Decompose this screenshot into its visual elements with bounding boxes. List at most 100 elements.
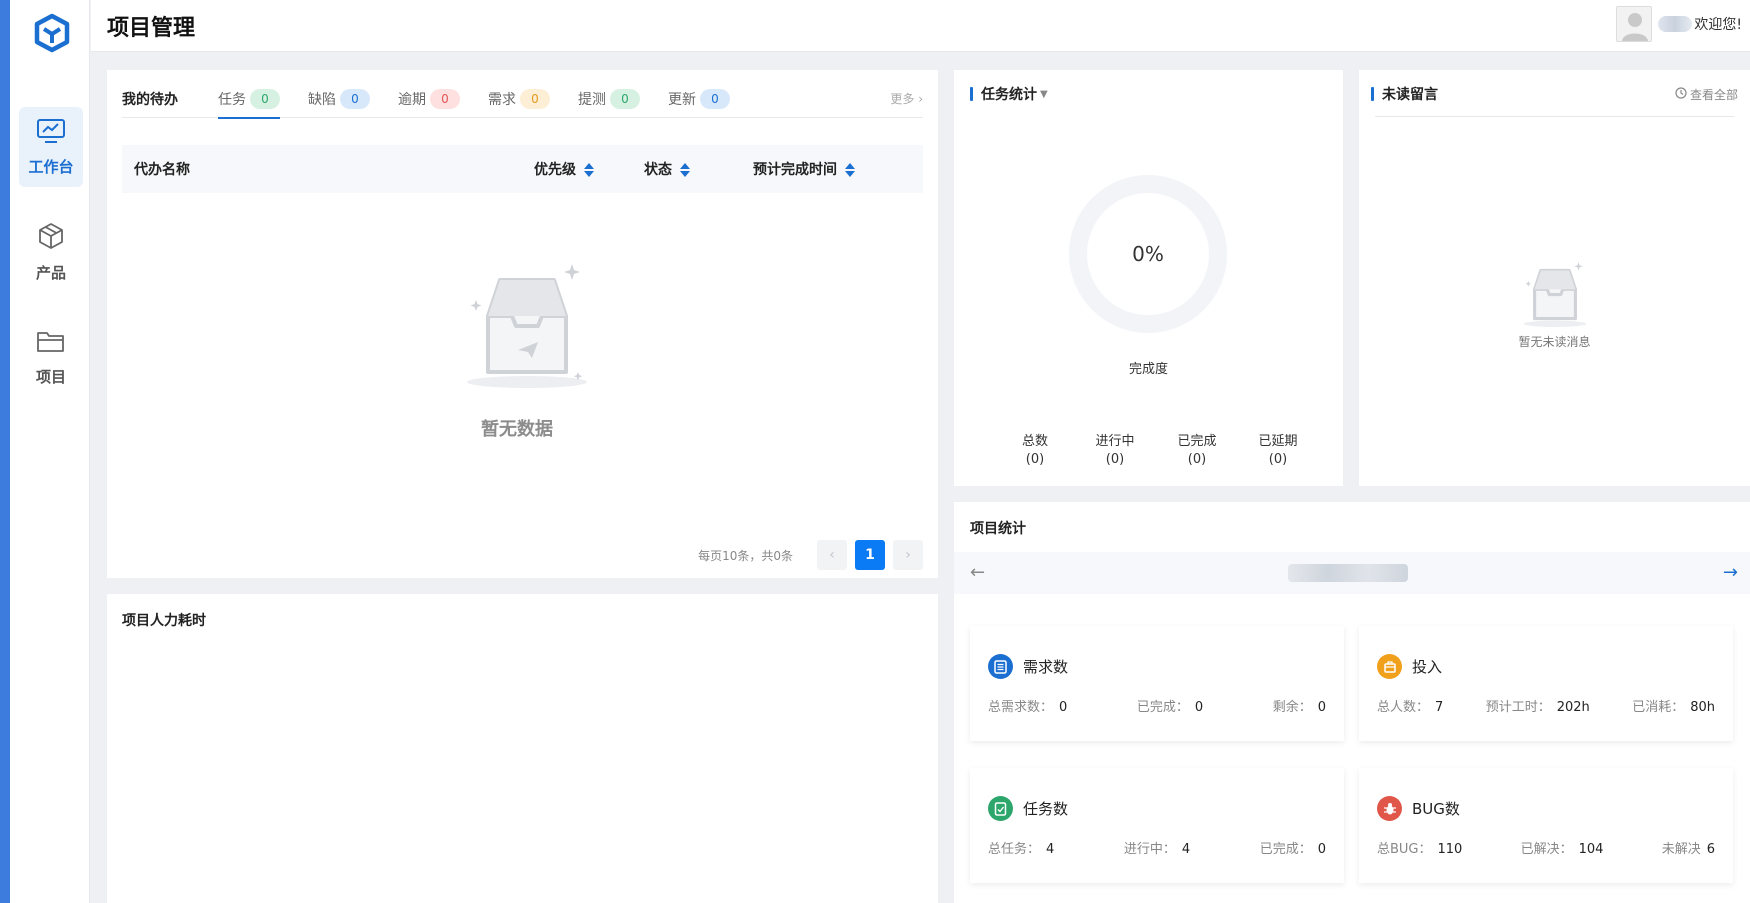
empty-inbox-icon — [462, 260, 592, 394]
project-name-blurred — [1288, 564, 1408, 582]
project-switcher: ← → — [954, 552, 1750, 594]
tab-update[interactable]: 更新 0 — [668, 80, 730, 118]
project-stats-title: 项目统计 — [970, 521, 1026, 537]
page-number-button[interactable]: 1 — [855, 540, 885, 570]
metric-value: 80h — [1690, 700, 1715, 715]
user-name-blurred — [1658, 16, 1693, 32]
sidebar-item-project[interactable]: 项目 — [19, 317, 83, 397]
tab-defect[interactable]: 缺陷 0 — [308, 80, 370, 118]
completion-label: 完成度 — [1128, 362, 1168, 377]
view-all-label: 查看全部 — [1689, 88, 1738, 102]
stat-value: (0) — [1187, 452, 1207, 467]
monitor-chart-icon — [36, 118, 66, 148]
metric-value: 4 — [1046, 842, 1055, 857]
metric-card-requirements: 需求数 总需求数： 0 已完成： 0 剩余： 0 — [970, 626, 1344, 741]
page-title: 项目管理 — [107, 16, 196, 41]
tab-label: 提测 — [578, 91, 606, 108]
count-badge: 0 — [250, 88, 280, 109]
app-logo-icon[interactable] — [32, 12, 72, 56]
completion-percent: 0% — [1132, 242, 1164, 266]
tab-label: 任务 — [218, 91, 246, 108]
empty-state-text: 暂无数据 — [481, 419, 553, 440]
stat-completed: 已完成 (0) — [1167, 433, 1227, 469]
stat-value: (0) — [1105, 452, 1125, 467]
more-link[interactable]: 更多 › — [890, 90, 923, 107]
metric-value: 0 — [1194, 700, 1204, 715]
sidebar-item-product[interactable]: 产品 — [19, 212, 83, 292]
metric-label: 已消耗： — [1632, 700, 1685, 715]
metric-card-bugs: BUG数 总BUG： 110 已解决： 104 未解决 6 — [1359, 768, 1733, 883]
next-page-button[interactable]: › — [893, 540, 923, 570]
count-badge: 0 — [340, 88, 370, 109]
metric-header: 任务数 — [988, 796, 1068, 821]
stat-label: 已完成 — [1177, 434, 1217, 449]
view-all-link[interactable]: 查看全部 — [1675, 86, 1738, 103]
metric-card-investment: 投入 总人数： 7 预计工时： 202h 已消耗： 80h — [1359, 626, 1733, 741]
column-header-due-date[interactable]: 预计完成时间 — [753, 159, 855, 179]
metric-values: 总任务： 4 进行中： 4 已完成： 0 — [988, 838, 1326, 857]
left-accent-strip — [0, 0, 10, 903]
empty-inbox-icon — [1521, 260, 1589, 332]
sort-icon[interactable] — [680, 163, 690, 177]
prev-page-button[interactable]: ‹ — [817, 540, 847, 570]
metric-label: 预计工时： — [1485, 700, 1551, 715]
column-header-priority[interactable]: 优先级 — [534, 159, 594, 179]
metric-label: 总人数： — [1377, 700, 1430, 715]
user-menu[interactable]: 欢迎您! — [1616, 6, 1742, 42]
metric-value: 7 — [1435, 700, 1444, 715]
tab-label: 需求 — [488, 91, 516, 108]
folder-icon — [36, 328, 66, 358]
metric-value: 0 — [1317, 842, 1326, 857]
avatar[interactable] — [1616, 6, 1653, 42]
task-check-icon — [988, 796, 1013, 821]
count-badge: 0 — [430, 88, 460, 109]
stat-value: (0) — [1025, 452, 1045, 467]
arrow-left-icon[interactable]: ← — [970, 562, 985, 583]
column-header-status[interactable]: 状态 — [644, 159, 690, 179]
metric-label: 已完成： — [1259, 842, 1312, 857]
tab-label: 逾期 — [398, 91, 426, 108]
metric-label: 已解决： — [1520, 842, 1573, 857]
unread-messages-card: 未读留言 查看全部 暂无未读消息 — [1359, 70, 1750, 486]
metric-title: 任务数 — [1023, 800, 1069, 818]
tab-label: 更新 — [668, 91, 696, 108]
metric-value: 6 — [1706, 842, 1715, 857]
tab-task[interactable]: 任务 0 — [218, 80, 280, 119]
sidebar-item-workbench[interactable]: 工作台 — [19, 107, 83, 187]
metric-title: 需求数 — [1023, 658, 1069, 676]
column-label: 优先级 — [534, 162, 576, 178]
metric-header: BUG数 — [1377, 796, 1460, 821]
clock-icon — [1675, 87, 1687, 102]
document-list-icon — [988, 654, 1013, 679]
table-header: 代办名称 优先级 状态 预计完成时间 — [122, 145, 923, 193]
empty-messages-text: 暂无未读消息 — [1518, 335, 1591, 349]
manpower-title: 项目人力耗时 — [122, 613, 206, 629]
tab-test-submission[interactable]: 提测 0 — [578, 80, 640, 118]
metric-label: 已完成： — [1136, 700, 1189, 715]
metric-label: 总BUG： — [1377, 842, 1432, 857]
top-bar: 项目管理 欢迎您! — [91, 0, 1750, 52]
sort-icon[interactable] — [584, 163, 594, 177]
page-info: 每页10条，共0条 — [698, 548, 793, 563]
stat-label: 总数 — [1021, 434, 1048, 449]
bug-icon — [1377, 796, 1402, 821]
tab-overdue[interactable]: 逾期 0 — [398, 80, 460, 118]
tab-requirement[interactable]: 需求 0 — [488, 80, 550, 118]
count-badge: 0 — [520, 88, 550, 109]
stat-delayed: 已延期 (0) — [1248, 433, 1308, 469]
arrow-right-icon[interactable]: → — [1723, 562, 1738, 583]
column-header-name: 代办名称 — [134, 162, 190, 178]
sort-icon[interactable] — [845, 163, 855, 177]
metric-values: 总人数： 7 预计工时： 202h 已消耗： 80h — [1377, 696, 1715, 715]
more-label: 更多 — [890, 92, 915, 106]
todo-title: 我的待办 — [122, 91, 178, 108]
title-text: 任务统计 — [981, 87, 1037, 103]
chevron-right-icon: › — [918, 92, 923, 106]
sidebar-item-label: 工作台 — [28, 157, 74, 176]
pagination: 每页10条，共0条 ‹ 1 › — [698, 540, 923, 570]
metric-value: 4 — [1181, 842, 1191, 857]
metric-label: 总任务： — [988, 842, 1041, 857]
todo-card: 我的待办 任务 0 缺陷 0 逾期 0 需求 0 提测 0 更新 0 更多 › — [107, 70, 938, 578]
metric-value: 202h — [1556, 700, 1590, 715]
task-stats-title[interactable]: 任务统计 ▼ — [970, 84, 1048, 104]
